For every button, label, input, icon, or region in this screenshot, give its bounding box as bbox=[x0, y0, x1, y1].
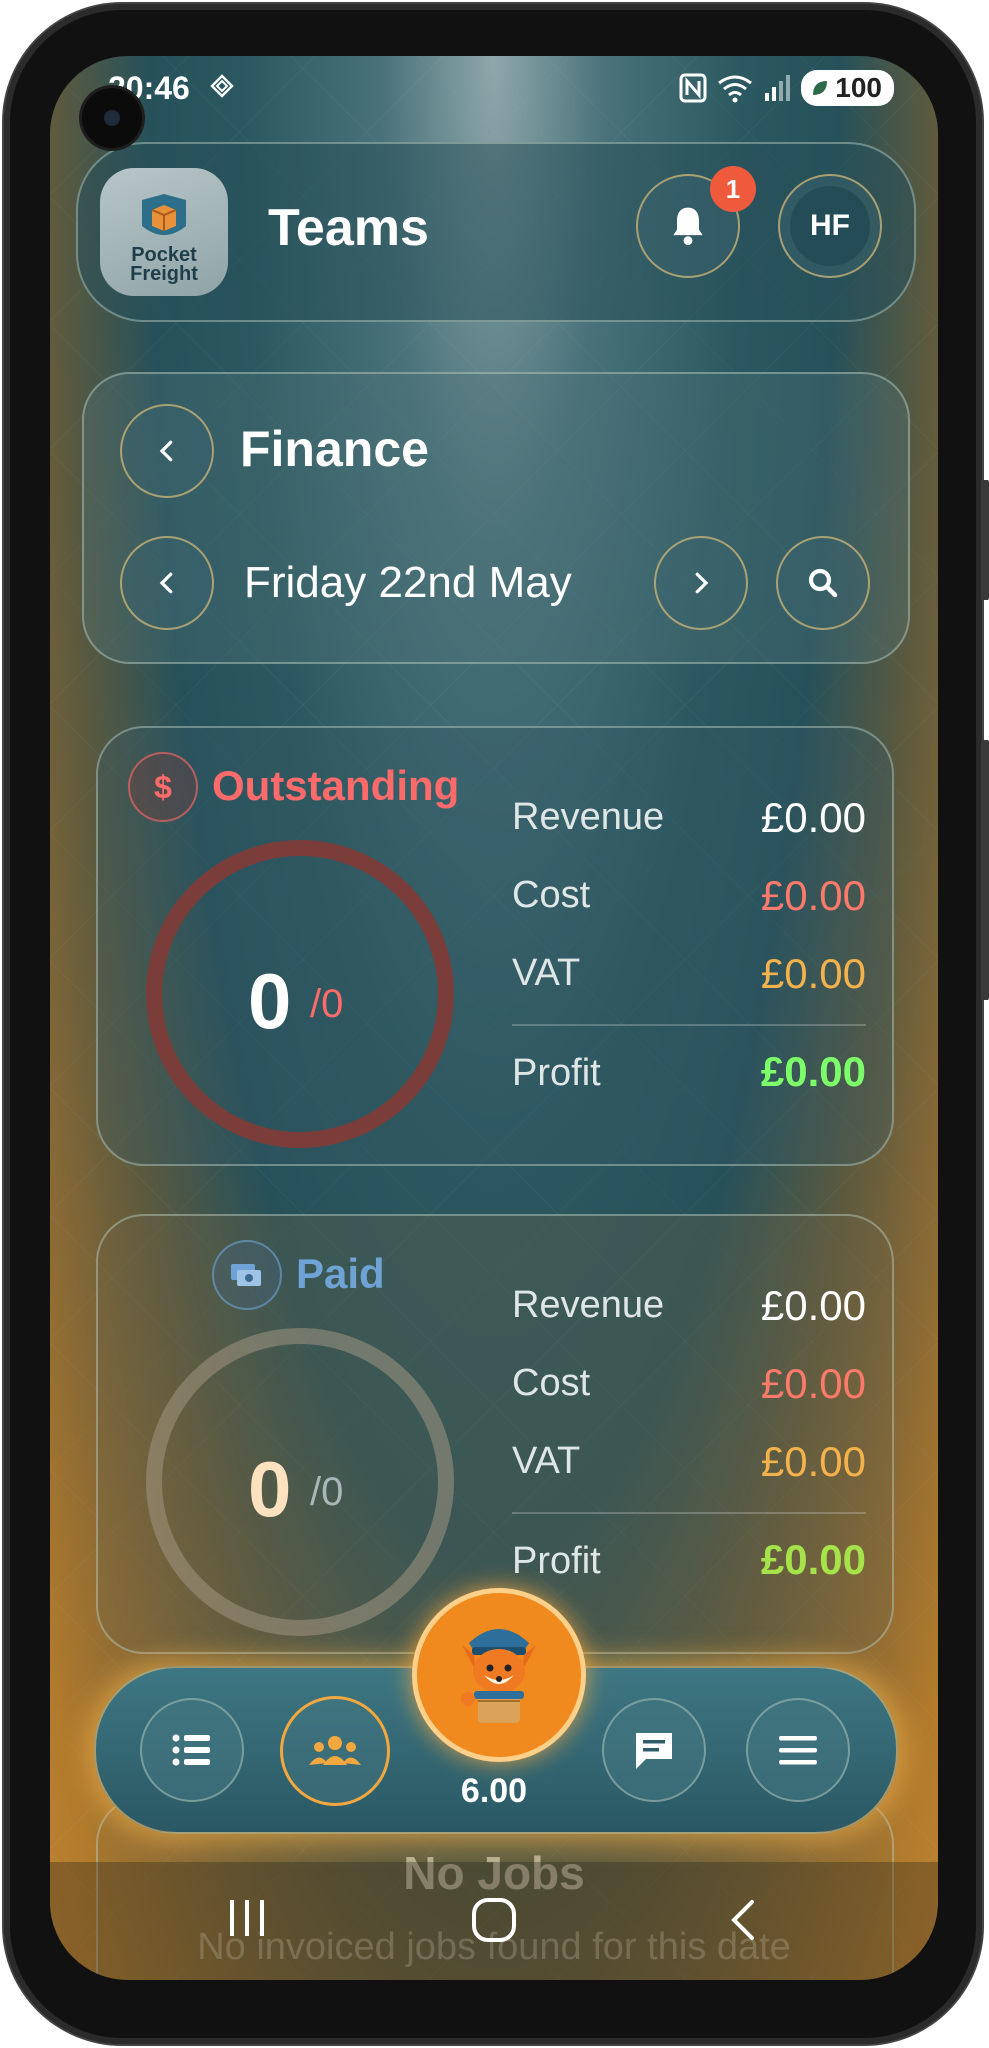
battery-level: 100 bbox=[835, 72, 882, 103]
dollar-icon: $ bbox=[128, 752, 198, 822]
system-back-icon[interactable] bbox=[724, 1896, 764, 1944]
nav-menu-button[interactable] bbox=[746, 1698, 850, 1802]
revenue-value: £0.00 bbox=[760, 1282, 866, 1329]
page-title: Teams bbox=[268, 199, 429, 257]
previous-date-button[interactable] bbox=[120, 536, 214, 630]
outstanding-count: 0 bbox=[248, 957, 292, 1045]
search-button[interactable] bbox=[776, 536, 870, 630]
back-button[interactable] bbox=[120, 404, 214, 498]
nav-list-button[interactable] bbox=[140, 1698, 244, 1802]
search-icon bbox=[808, 568, 838, 598]
paid-title: Paid bbox=[296, 1250, 385, 1297]
app-logo[interactable]: Pocket Freight bbox=[100, 168, 228, 296]
balance-value: 6.00 bbox=[460, 1772, 528, 1810]
logo-line-2: Freight bbox=[130, 263, 198, 285]
recent-apps-icon[interactable] bbox=[224, 1896, 270, 1940]
profit-label: Profit bbox=[512, 1052, 601, 1094]
list-icon bbox=[172, 1734, 210, 1766]
front-camera bbox=[82, 88, 142, 148]
mascot-action-button[interactable] bbox=[412, 1588, 586, 1762]
revenue-label: Revenue bbox=[512, 1284, 665, 1326]
finance-panel bbox=[82, 372, 910, 664]
cost-label: Cost bbox=[512, 1362, 591, 1404]
paid-progress-ring bbox=[146, 1328, 454, 1636]
chevron-right-icon bbox=[695, 572, 709, 594]
chevron-left-icon bbox=[159, 572, 173, 594]
avatar: HF bbox=[790, 186, 870, 266]
divider bbox=[512, 1512, 866, 1514]
profile-avatar-button[interactable]: HF bbox=[778, 174, 882, 278]
battery-indicator: 100 bbox=[801, 70, 894, 106]
vat-label: VAT bbox=[512, 952, 581, 994]
profit-value: £0.00 bbox=[760, 1048, 866, 1095]
selected-date[interactable]: Friday 22nd May bbox=[244, 558, 572, 608]
cost-value: £0.00 bbox=[760, 872, 866, 919]
revenue-value: £0.00 bbox=[760, 794, 866, 841]
cash-icon bbox=[212, 1240, 282, 1310]
wifi-icon bbox=[718, 75, 753, 103]
vat-label: VAT bbox=[512, 1440, 581, 1482]
app-screen: 20:46 100 Pocket Freight Teams 1 HF Fina… bbox=[50, 56, 938, 1980]
nfc-icon bbox=[679, 73, 707, 103]
signal-icon bbox=[765, 75, 791, 101]
profit-label: Profit bbox=[512, 1540, 601, 1582]
chevron-left-icon bbox=[159, 440, 173, 462]
money-icon bbox=[231, 1264, 261, 1286]
box-logo-icon bbox=[142, 194, 186, 235]
nav-chat-button[interactable] bbox=[602, 1698, 706, 1802]
divider bbox=[512, 1024, 866, 1026]
notification-badge: 1 bbox=[710, 166, 756, 212]
section-title: Finance bbox=[240, 421, 429, 477]
status-bar: 20:46 100 bbox=[50, 56, 938, 126]
fox-mascot-icon bbox=[461, 1629, 536, 1723]
paid-count: 0 bbox=[248, 1445, 292, 1533]
status-right: 100 bbox=[679, 70, 894, 106]
battery-saver-icon bbox=[813, 81, 828, 95]
volume-button bbox=[981, 480, 989, 600]
phone-frame: 20:46 100 Pocket Freight Teams 1 HF Fina… bbox=[0, 0, 989, 2048]
outstanding-total: /0 bbox=[310, 982, 344, 1026]
paid-total: /0 bbox=[310, 1470, 344, 1514]
cost-value: £0.00 bbox=[760, 1360, 866, 1407]
revenue-label: Revenue bbox=[512, 796, 665, 838]
outstanding-title: Outstanding bbox=[212, 762, 460, 809]
bell-icon bbox=[673, 207, 703, 246]
nav-teams-button[interactable] bbox=[280, 1696, 390, 1806]
vat-value: £0.00 bbox=[760, 1438, 866, 1485]
outstanding-progress-ring bbox=[146, 840, 454, 1148]
profit-value: £0.00 bbox=[760, 1536, 866, 1583]
location-icon bbox=[210, 74, 234, 98]
cost-label: Cost bbox=[512, 874, 591, 916]
home-icon[interactable] bbox=[470, 1896, 518, 1944]
power-button bbox=[981, 740, 989, 1000]
vat-value: £0.00 bbox=[760, 950, 866, 997]
next-date-button[interactable] bbox=[654, 536, 748, 630]
team-icon bbox=[309, 1736, 361, 1765]
menu-icon bbox=[779, 1736, 817, 1765]
chat-icon bbox=[636, 1733, 672, 1769]
